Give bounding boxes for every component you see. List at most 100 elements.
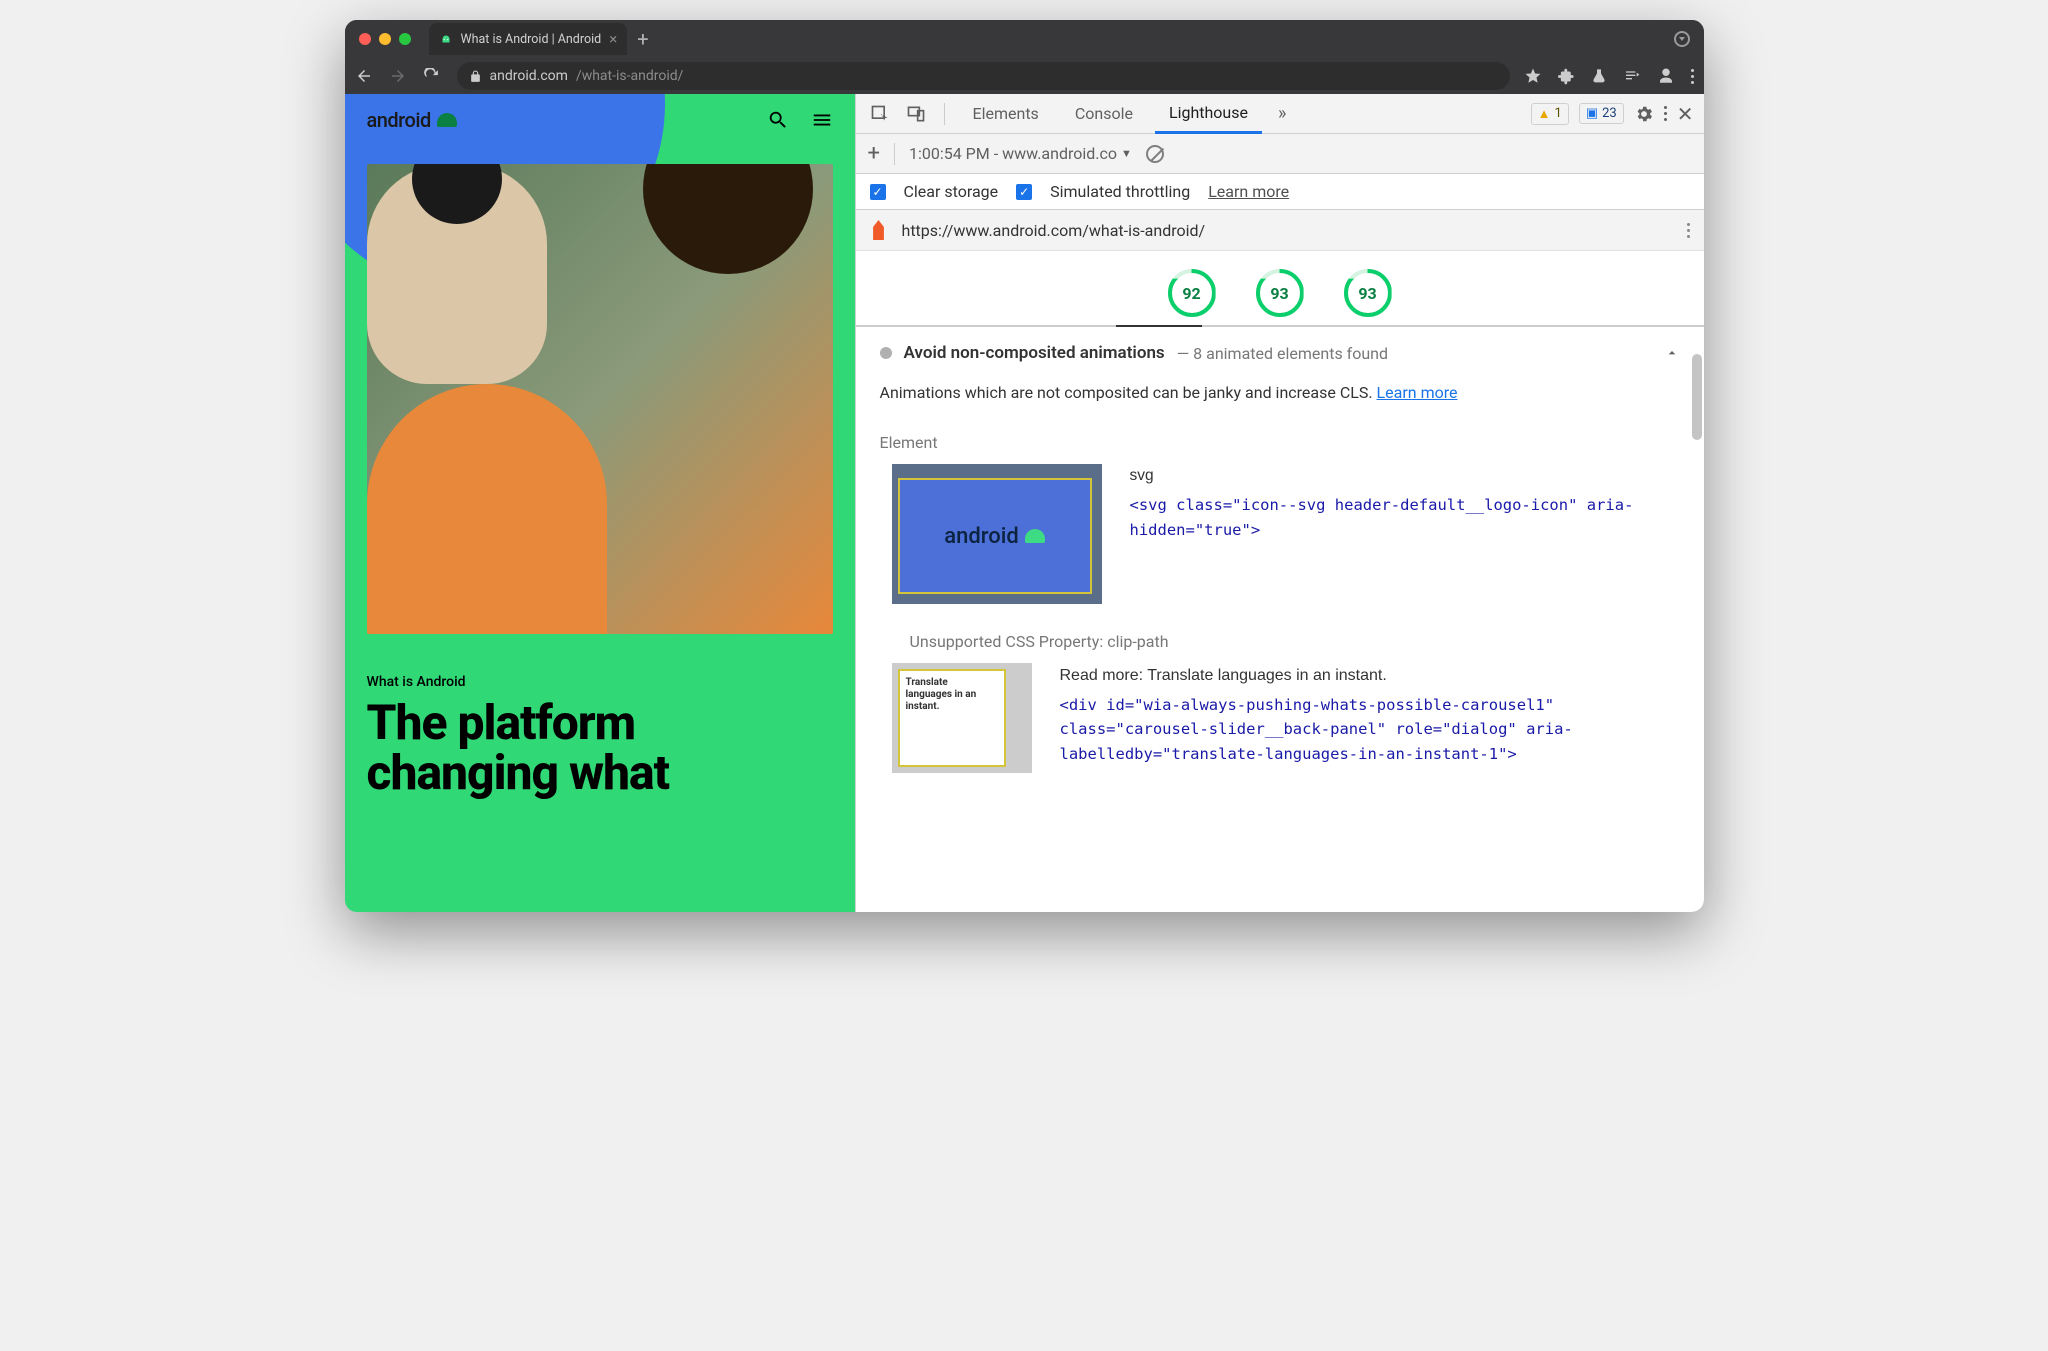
header-actions xyxy=(767,109,833,131)
score-gauge[interactable]: 93 xyxy=(1256,269,1304,317)
close-window-button[interactable] xyxy=(359,33,371,45)
reload-button[interactable] xyxy=(423,68,443,85)
close-tab-button[interactable]: × xyxy=(609,30,617,48)
close-devtools-button[interactable]: ✕ xyxy=(1677,102,1694,126)
devtools-tabbar: Elements Console Lighthouse » ▲1 ▣23 ✕ xyxy=(856,94,1704,134)
search-icon[interactable] xyxy=(767,109,789,131)
clear-storage-checkbox[interactable]: ✓ xyxy=(870,184,886,200)
messages-count: 23 xyxy=(1602,106,1617,121)
audit-status-icon xyxy=(880,347,892,359)
new-tab-button[interactable]: + xyxy=(637,27,648,51)
element-readmore: Read more: Translate languages in an ins… xyxy=(1060,663,1680,689)
tab-title: What is Android | Android xyxy=(461,32,602,47)
star-icon[interactable] xyxy=(1524,67,1542,85)
score-value: 93 xyxy=(1358,284,1376,303)
element-thumbnail: Translate languages in an instant. xyxy=(892,663,1032,773)
hero-image xyxy=(367,164,833,634)
url-host: android.com xyxy=(490,68,568,84)
element-name: svg xyxy=(1130,464,1680,489)
tab-elements[interactable]: Elements xyxy=(959,94,1053,134)
window-controls xyxy=(359,33,411,45)
element-thumbnail: android xyxy=(892,464,1102,604)
menu-icon[interactable] xyxy=(811,109,833,131)
url-box[interactable]: android.com/what-is-android/ xyxy=(457,62,1510,90)
throttling-label: Simulated throttling xyxy=(1050,182,1190,201)
caret-down-icon: ▼ xyxy=(1121,147,1132,160)
chrome-menu-button[interactable] xyxy=(1691,69,1694,84)
forward-button[interactable] xyxy=(389,67,409,85)
content-area: android What is Android The platform cha… xyxy=(345,94,1704,912)
back-button[interactable] xyxy=(355,67,375,85)
thumb-text: Translate xyxy=(906,677,999,689)
android-logo[interactable]: android xyxy=(367,108,457,132)
android-favicon-icon xyxy=(439,32,453,46)
minimize-window-button[interactable] xyxy=(379,33,391,45)
clear-button-icon[interactable] xyxy=(1146,145,1164,163)
tab-lighthouse[interactable]: Lighthouse xyxy=(1155,94,1262,134)
eyebrow-text: What is Android xyxy=(367,674,833,690)
thumb-text: android xyxy=(944,524,1019,549)
element-column-label: Element xyxy=(880,433,1680,452)
audit-title: Avoid non-composited animations xyxy=(904,343,1165,363)
divider xyxy=(944,103,945,125)
divider xyxy=(894,143,895,165)
audit-element-row: Translate languages in an instant. Read … xyxy=(892,663,1680,773)
person-illustration xyxy=(367,164,547,384)
address-bar: android.com/what-is-android/ xyxy=(345,58,1704,94)
audit-subtitle: — 8 animated elements found xyxy=(1177,344,1388,363)
devtools-panel: Elements Console Lighthouse » ▲1 ▣23 ✕ +… xyxy=(855,94,1704,912)
browser-window: What is Android | Android × + android.co… xyxy=(345,20,1704,912)
learn-more-link[interactable]: Learn more xyxy=(1208,182,1289,201)
score-value: 93 xyxy=(1270,284,1288,303)
throttling-checkbox[interactable]: ✓ xyxy=(1016,184,1032,200)
audit-detail: Avoid non-composited animations — 8 anim… xyxy=(856,327,1704,912)
element-markup[interactable]: <svg class="icon--svg header-default__lo… xyxy=(1130,493,1680,543)
clear-storage-label: Clear storage xyxy=(904,182,999,201)
new-report-button[interactable]: + xyxy=(868,141,880,166)
site-header: android xyxy=(345,94,855,146)
account-menu-icon[interactable] xyxy=(1674,31,1690,47)
audited-url-row: https://www.android.com/what-is-android/ xyxy=(856,210,1704,251)
tab-overflow-button[interactable]: » xyxy=(1270,103,1294,124)
warnings-count: 1 xyxy=(1555,106,1562,121)
scrollbar-thumb[interactable] xyxy=(1692,354,1702,440)
reading-list-icon[interactable] xyxy=(1623,68,1641,84)
toolbar-actions xyxy=(1524,67,1694,85)
element-code: svg <svg class="icon--svg header-default… xyxy=(1130,464,1680,604)
labs-icon[interactable] xyxy=(1591,67,1607,85)
brand-text: android xyxy=(367,108,431,132)
chevron-up-icon[interactable] xyxy=(1664,345,1680,361)
report-dropdown-label: 1:00:54 PM - www.android.co xyxy=(909,144,1117,163)
element-markup[interactable]: <div id="wia-always-pushing-whats-possib… xyxy=(1060,693,1680,767)
lighthouse-options: ✓ Clear storage ✓ Simulated throttling L… xyxy=(856,174,1704,210)
person-illustration xyxy=(367,384,607,634)
learn-more-link[interactable]: Learn more xyxy=(1377,383,1458,402)
audit-element-row: android svg <svg class="icon--svg header… xyxy=(892,464,1680,604)
report-menu-button[interactable] xyxy=(1687,223,1690,238)
score-gauge[interactable]: 93 xyxy=(1344,269,1392,317)
profile-icon[interactable] xyxy=(1657,67,1675,85)
warnings-badge[interactable]: ▲1 xyxy=(1531,103,1569,125)
titlebar: What is Android | Android × + xyxy=(345,20,1704,58)
devtools-menu-button[interactable] xyxy=(1664,106,1667,121)
tab-strip: What is Android | Android × + xyxy=(429,23,1674,55)
maximize-window-button[interactable] xyxy=(399,33,411,45)
messages-badge[interactable]: ▣23 xyxy=(1579,103,1624,124)
audit-header[interactable]: Avoid non-composited animations — 8 anim… xyxy=(880,343,1680,363)
extensions-icon[interactable] xyxy=(1558,68,1575,85)
settings-icon[interactable] xyxy=(1634,104,1654,124)
lighthouse-icon xyxy=(870,220,888,240)
audited-url: https://www.android.com/what-is-android/ xyxy=(902,221,1206,240)
rendered-page: android What is Android The platform cha… xyxy=(345,94,855,912)
score-gauge[interactable]: 92 xyxy=(1168,269,1216,317)
inspect-element-icon[interactable] xyxy=(866,100,894,128)
page-headline: The platform changing what xyxy=(367,698,833,799)
report-dropdown[interactable]: 1:00:54 PM - www.android.co ▼ xyxy=(909,144,1132,163)
lock-icon xyxy=(469,70,482,83)
tab-console[interactable]: Console xyxy=(1061,94,1147,134)
score-value: 92 xyxy=(1182,284,1200,303)
element-code: Read more: Translate languages in an ins… xyxy=(1060,663,1680,773)
browser-tab[interactable]: What is Android | Android × xyxy=(429,23,628,55)
device-toolbar-icon[interactable] xyxy=(902,100,930,128)
unsupported-property-label: Unsupported CSS Property: clip-path xyxy=(910,632,1680,651)
